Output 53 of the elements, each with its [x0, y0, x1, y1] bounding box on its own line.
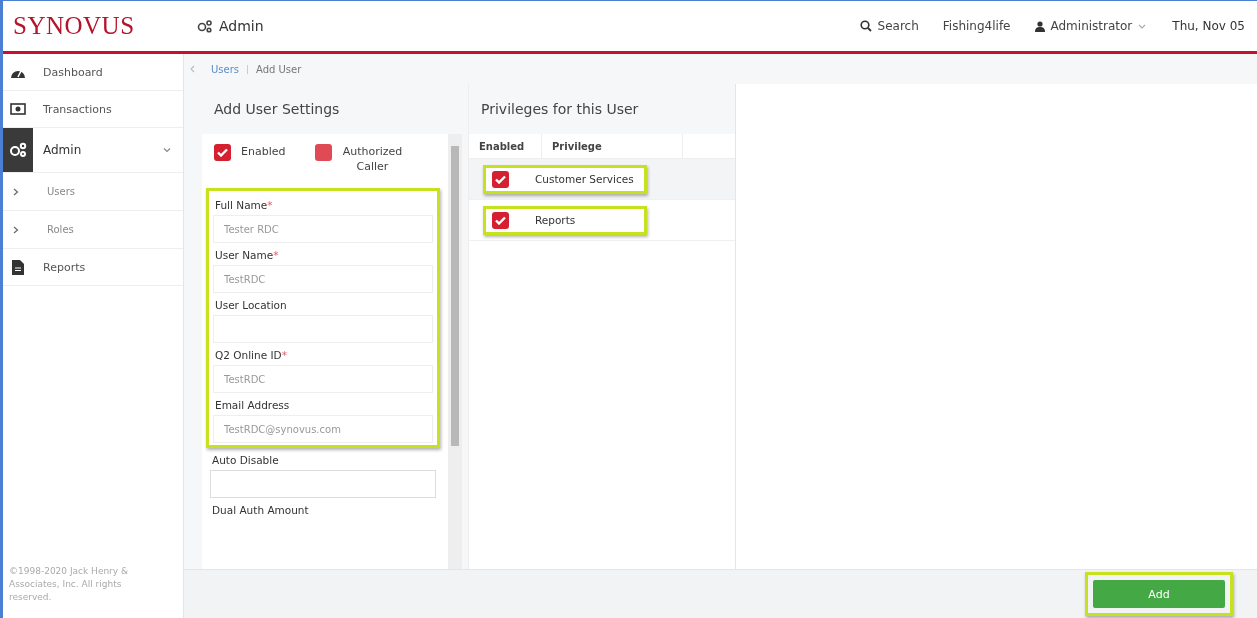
check-icon	[495, 215, 506, 225]
panel-title: Privileges for this User	[469, 84, 735, 134]
input-field[interactable]: TestRDC	[213, 265, 433, 293]
check-icon	[495, 174, 506, 184]
money-icon	[10, 103, 26, 115]
search-icon	[859, 20, 872, 32]
add-button[interactable]: Add	[1093, 580, 1225, 608]
scrollbar[interactable]	[448, 134, 462, 569]
sidebar-item[interactable]: Dashboard	[3, 54, 183, 91]
checkbox-label: Enabled	[241, 144, 286, 159]
checkbox-label: Authorized Caller	[342, 144, 403, 174]
sidebar-item[interactable]: Transactions	[3, 91, 183, 128]
sidebar-item[interactable]: Admin	[3, 128, 183, 173]
user-icon	[1034, 20, 1045, 32]
column-header: Enabled	[469, 134, 542, 158]
breadcrumb-link[interactable]: Users	[211, 63, 239, 75]
document-icon	[12, 259, 24, 275]
sidebar-item[interactable]: Reports	[3, 249, 183, 286]
input-field[interactable]	[210, 470, 436, 498]
section-title: Admin	[219, 18, 264, 34]
checkbox[interactable]	[315, 144, 333, 161]
date-label: Thu, Nov 05	[1171, 18, 1246, 35]
checkbox[interactable]	[214, 144, 231, 161]
caret-icon	[1138, 23, 1147, 29]
chevron-icon	[13, 187, 19, 196]
field-label: Dual Auth Amount	[211, 503, 310, 518]
column-header: Privilege	[542, 134, 683, 158]
input-field[interactable]: TestRDC@synovus.com	[213, 415, 433, 443]
field-label: User Location	[214, 298, 288, 313]
logo: SYNOVUS	[12, 12, 136, 40]
privilege-name: Reports	[535, 214, 576, 226]
field-label: Q2 Online ID*	[214, 348, 288, 363]
check-icon	[217, 148, 228, 157]
gears-icon	[197, 19, 213, 33]
field-label: User Name*	[214, 248, 280, 263]
field-label: Auto Disable	[211, 453, 280, 468]
chevron-icon	[13, 225, 19, 234]
checkbox[interactable]	[492, 170, 509, 188]
institution-button[interactable]: Fishing4life	[932, 13, 1021, 39]
current-page-label: Add User	[256, 63, 302, 75]
field-label: Email Address	[214, 398, 291, 413]
panel-title: Add User Settings	[213, 100, 341, 119]
input-field[interactable]: TestRDC	[213, 365, 433, 393]
copyright-text: ©1998-2020 Jack Henry & Associates, Inc. All rights reserved.	[8, 565, 130, 604]
checkbox[interactable]	[492, 211, 509, 229]
user-menu[interactable]: Administrator	[1024, 13, 1157, 39]
input-field[interactable]: Tester RDC	[213, 215, 433, 243]
sidebar-subitem[interactable]: Roles	[3, 211, 183, 249]
sidebar-subitem[interactable]: Users	[3, 173, 183, 211]
privilege-name: Customer Services	[535, 173, 634, 185]
search-button[interactable]: Search	[849, 13, 929, 39]
field-label: Full Name*	[214, 198, 274, 213]
gears-icon	[9, 142, 27, 158]
